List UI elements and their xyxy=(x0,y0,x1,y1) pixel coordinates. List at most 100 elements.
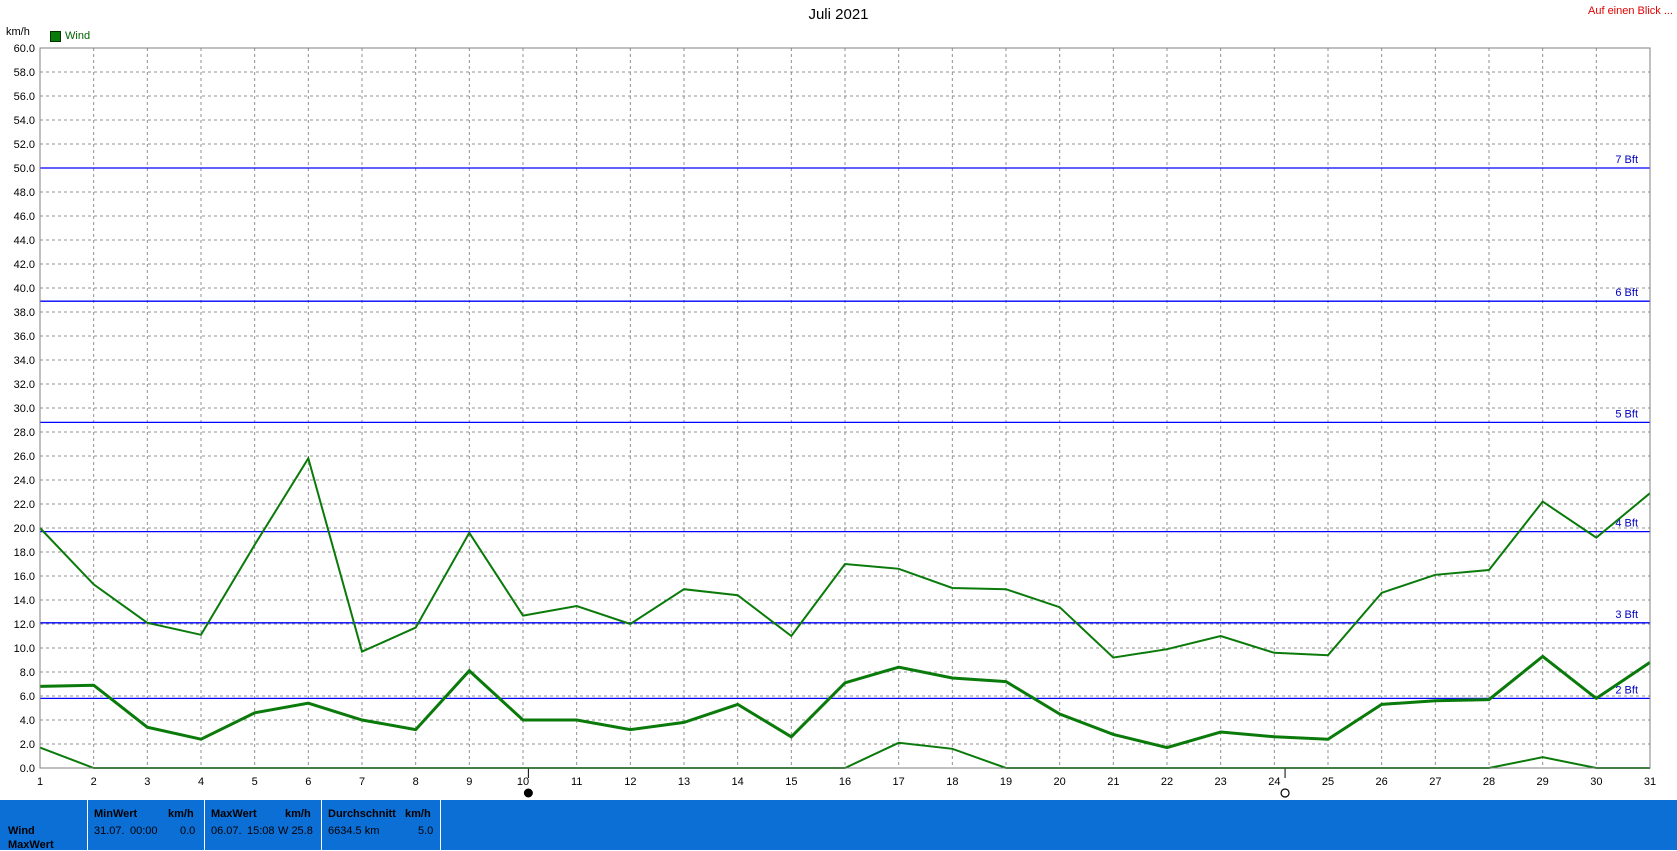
y-tick-label: 34.0 xyxy=(14,355,35,367)
x-tick-label: 31 xyxy=(1644,776,1656,788)
x-tick-label: 19 xyxy=(1000,776,1012,788)
x-tick-label: 17 xyxy=(893,776,905,788)
x-tick-labels: 1 2 3 4 5 6 7 8 9 10 11 12 13 14 15 16 17 18 19 20 21 22 23 24 2… xyxy=(37,776,1656,788)
y-tick-label: 22.0 xyxy=(14,499,35,511)
x-tick-label: 30 xyxy=(1590,776,1602,788)
y-tick-label: 24.0 xyxy=(14,475,35,487)
avg-distance: 6634.5 km xyxy=(328,825,380,837)
legend: Wind xyxy=(50,30,90,42)
max-direction-value: W 25.8 xyxy=(278,825,313,837)
y-tick-label: 42.0 xyxy=(14,259,35,271)
avg-header: Durchschnitt xyxy=(328,808,396,820)
y-tick-label: 44.0 xyxy=(14,235,35,247)
overview-link[interactable]: Auf einen Blick ... xyxy=(1588,5,1673,17)
min-header: MinWert xyxy=(94,808,138,820)
y-tick-label: 12.0 xyxy=(14,619,35,631)
max-cell: MaxWert km/h 06.07. 15:08 W 25.8 xyxy=(205,800,322,850)
x-tick-label: 15 xyxy=(785,776,797,788)
x-tick-label: 25 xyxy=(1322,776,1334,788)
new-moon-icon xyxy=(523,788,533,798)
min-time: 00:00 xyxy=(130,825,158,837)
min-date: 31.07. xyxy=(94,825,125,837)
y-tick-label: 8.0 xyxy=(20,667,35,679)
y-tick-label: 38.0 xyxy=(14,307,35,319)
y-tick-label: 50.0 xyxy=(14,163,35,175)
x-tick-label: 16 xyxy=(839,776,851,788)
y-tick-label: 0.0 xyxy=(20,763,35,775)
x-tick-label: 10 xyxy=(517,776,529,788)
x-tick-label: 26 xyxy=(1376,776,1388,788)
min-unit: km/h xyxy=(168,808,194,820)
y-tick-label: 56.0 xyxy=(14,91,35,103)
y-tick-label: 36.0 xyxy=(14,331,35,343)
x-tick-label: 24 xyxy=(1268,776,1280,788)
x-tick-label: 23 xyxy=(1215,776,1227,788)
x-tick-label: 5 xyxy=(252,776,258,788)
y-tick-label: 28.0 xyxy=(14,427,35,439)
statistics-bar: Wind MaxWert MinWert km/h 31.07. 00:00 0… xyxy=(0,800,1677,851)
x-tick-label: 8 xyxy=(413,776,419,788)
y-tick-label: 52.0 xyxy=(14,139,35,151)
y-tick-label: 14.0 xyxy=(14,595,35,607)
row-label-wind: Wind xyxy=(8,825,35,837)
x-tick-label: 22 xyxy=(1161,776,1173,788)
beaufort-label: 7 Bft xyxy=(1615,154,1638,166)
y-tick-labels: 0.0 2.0 4.0 6.0 8.0 10.0 12.0 14.0 16.0 18.0 20.0 2… xyxy=(14,43,35,775)
moon-phase-markers xyxy=(523,768,1290,798)
y-tick-label: 46.0 xyxy=(14,211,35,223)
y-tick-label: 32.0 xyxy=(14,379,35,391)
x-tick-label: 13 xyxy=(678,776,690,788)
x-tick-label: 18 xyxy=(946,776,958,788)
x-tick-label: 14 xyxy=(732,776,744,788)
row-label-maxwert: MaxWert xyxy=(8,839,54,851)
max-date: 06.07. xyxy=(211,825,242,837)
wind-chart: 2 Bft3 Bft4 Bft5 Bft6 Bft7 Bft 0.02.04.0… xyxy=(14,43,1656,798)
max-header: MaxWert xyxy=(211,808,257,820)
x-tick-label: 29 xyxy=(1537,776,1549,788)
x-tick-label: 4 xyxy=(198,776,204,788)
chart-title: Juli 2021 xyxy=(808,6,869,23)
avg-unit: km/h xyxy=(405,808,431,820)
row-labels-cell: Wind MaxWert xyxy=(0,800,88,851)
x-tick-label: 20 xyxy=(1054,776,1066,788)
max-unit: km/h xyxy=(285,808,311,820)
grid-lines xyxy=(40,48,1650,768)
beaufort-label: 2 Bft xyxy=(1615,684,1638,696)
y-tick-label: 60.0 xyxy=(14,43,35,55)
y-tick-label: 58.0 xyxy=(14,67,35,79)
x-tick-label: 21 xyxy=(1107,776,1119,788)
y-tick-label: 16.0 xyxy=(14,571,35,583)
beaufort-label: 5 Bft xyxy=(1615,408,1638,420)
x-tick-label: 9 xyxy=(466,776,472,788)
y-tick-label: 2.0 xyxy=(20,739,35,751)
max-time: 15:08 xyxy=(247,825,275,837)
y-tick-label: 40.0 xyxy=(14,283,35,295)
x-tick-label: 6 xyxy=(305,776,311,788)
min-value: 0.0 xyxy=(180,825,196,837)
beaufort-label: 3 Bft xyxy=(1615,609,1638,621)
x-tick-label: 12 xyxy=(624,776,636,788)
x-tick-label: 2 xyxy=(91,776,97,788)
x-tick-label: 1 xyxy=(37,776,43,788)
x-tick-label: 27 xyxy=(1429,776,1441,788)
y-tick-label: 20.0 xyxy=(14,523,35,535)
y-tick-label: 10.0 xyxy=(14,643,35,655)
y-tick-label: 6.0 xyxy=(20,691,35,703)
x-tick-label: 11 xyxy=(571,776,582,788)
y-tick-label: 48.0 xyxy=(14,187,35,199)
x-tick-label: 28 xyxy=(1483,776,1495,788)
y-tick-label: 4.0 xyxy=(20,715,35,727)
legend-label: Wind xyxy=(65,30,91,42)
full-moon-icon xyxy=(1280,788,1290,798)
avg-value: 5.0 xyxy=(418,825,434,837)
y-tick-label: 18.0 xyxy=(14,547,35,559)
beaufort-label: 6 Bft xyxy=(1615,287,1638,299)
y-tick-label: 26.0 xyxy=(14,451,35,463)
y-tick-label: 54.0 xyxy=(14,115,35,127)
x-tick-label: 7 xyxy=(359,776,365,788)
avg-cell: Durchschnitt km/h 6634.5 km 5.0 xyxy=(322,800,441,850)
y-tick-label: 30.0 xyxy=(14,403,35,415)
x-tick-label: 3 xyxy=(144,776,150,788)
y-axis-unit: km/h xyxy=(6,26,30,38)
min-cell: MinWert km/h 31.07. 00:00 0.0 xyxy=(88,800,205,850)
